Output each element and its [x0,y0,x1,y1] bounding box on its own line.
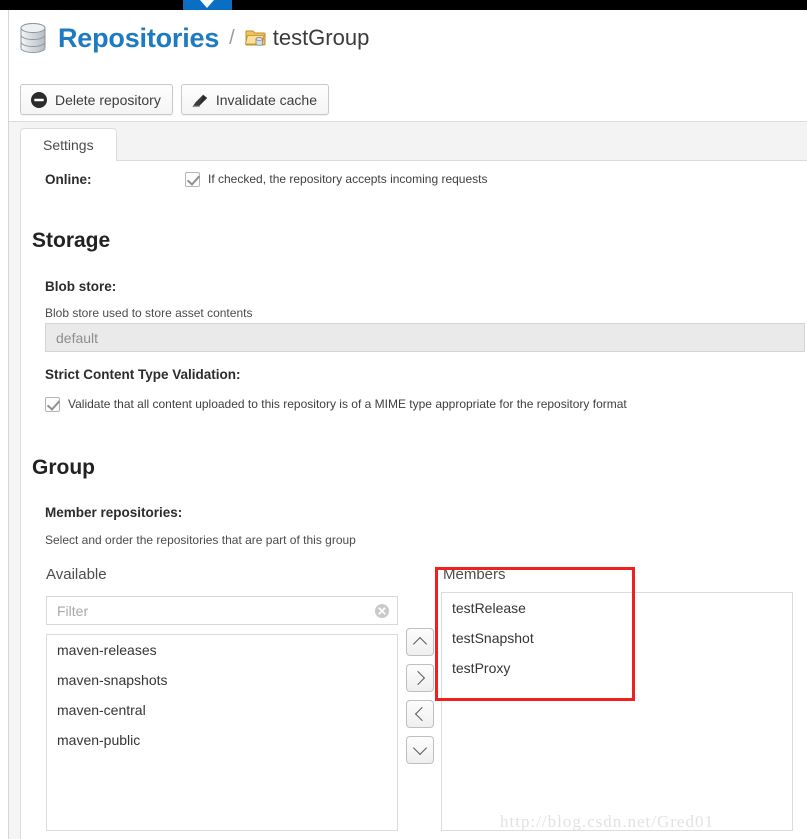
move-down-button[interactable] [406,736,434,764]
blob-store-value: default [56,330,98,346]
list-item[interactable]: testRelease [442,593,792,623]
breadcrumb-current: testGroup [273,25,370,51]
online-label: Online: [45,172,185,187]
browser-tab-notch [200,0,214,8]
remove-from-members-button[interactable] [406,700,434,728]
blob-store-label: Blob store: [45,279,116,294]
repository-group-icon [245,28,266,48]
group-section-title: Group [32,456,95,480]
available-caption: Available [46,566,107,583]
available-repositories-list[interactable]: maven-releases maven-snapshots maven-cen… [46,634,398,831]
add-to-members-button[interactable] [406,664,434,692]
page-left-gutter [0,10,9,839]
list-item[interactable]: maven-snapshots [47,665,397,695]
chevron-up-icon [413,637,427,651]
watermark-text: http://blog.csdn.net/Gred01 [500,812,714,832]
member-repositories-label: Member repositories: [45,505,182,520]
tab-bar: Settings [20,122,807,161]
move-up-button[interactable] [406,628,434,656]
chevron-down-icon [413,741,427,755]
delete-circle-icon [30,91,48,109]
members-caption: Members [443,566,506,583]
delete-repository-label: Delete repository [55,92,161,108]
list-item[interactable]: testProxy [442,653,792,683]
online-checkbox[interactable] [185,172,200,187]
browser-chrome-strip [0,0,807,10]
tab-settings[interactable]: Settings [20,128,117,161]
online-field: Online: If checked, the repository accep… [45,172,487,187]
strict-validation-hint: Validate that all content uploaded to th… [68,397,627,412]
storage-section-title: Storage [32,229,110,253]
list-item[interactable]: maven-central [47,695,397,725]
breadcrumb: Repositories / testGroup [18,21,369,55]
clear-circle-icon[interactable] [374,603,390,619]
member-repositories-list[interactable]: testRelease testSnapshot testProxy [441,592,793,831]
filter-placeholder: Filter [57,603,374,619]
strict-validation-checkbox[interactable] [45,397,60,412]
page-header: Repositories / testGroup Delete reposito… [9,10,807,122]
invalidate-cache-button[interactable]: Invalidate cache [181,84,329,115]
chevron-left-icon [415,707,429,721]
invalidate-cache-label: Invalidate cache [216,92,317,108]
content-left-rail [9,122,21,839]
transfer-buttons [406,628,434,764]
delete-repository-button[interactable]: Delete repository [20,84,173,115]
page-toolbar: Delete repository Invalidate cache [20,84,329,115]
database-icon [18,21,48,55]
strict-validation-label: Strict Content Type Validation: [45,367,241,382]
blob-store-hint: Blob store used to store asset contents [45,306,252,320]
online-hint: If checked, the repository accepts incom… [208,172,487,187]
chevron-right-icon [411,671,425,685]
tab-settings-label: Settings [43,137,94,153]
list-item[interactable]: testSnapshot [442,623,792,653]
breadcrumb-separator: / [229,27,235,50]
member-repositories-hint: Select and order the repositories that a… [45,533,356,547]
eraser-icon [191,91,209,109]
list-item[interactable]: maven-public [47,725,397,755]
strict-validation-field: Validate that all content uploaded to th… [45,397,627,412]
list-item[interactable]: maven-releases [47,635,397,665]
page-title: Repositories [58,23,219,54]
blob-store-input[interactable]: default [45,323,805,352]
filter-input[interactable]: Filter [46,596,398,625]
